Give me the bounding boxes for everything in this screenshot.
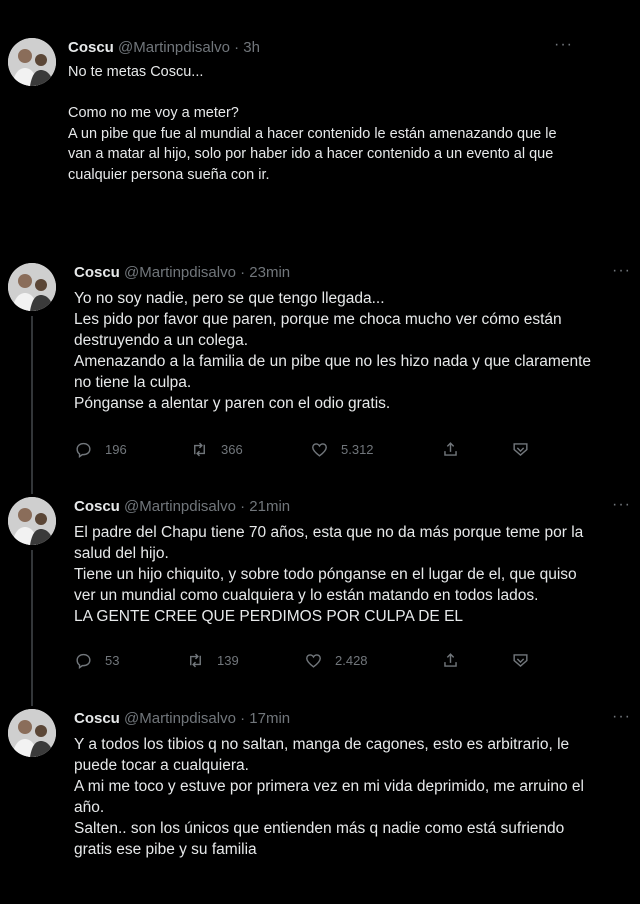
timestamp[interactable]: 21min <box>249 498 290 515</box>
tweet-line: destruyendo a un colega. <box>74 332 249 349</box>
tweet-line: Tiene un hijo chiquito, y sobre todo pón… <box>74 566 577 583</box>
tweet-line: LA GENTE CREE QUE PERDIMOS POR CULPA DE … <box>74 608 464 625</box>
tweet-line: Como no me voy a meter? <box>68 105 239 121</box>
share-icon <box>444 442 457 456</box>
avatar-photo <box>8 263 56 311</box>
bookmark-icon <box>513 443 528 456</box>
more-icon[interactable]: ··· <box>612 496 631 514</box>
separator-dot: · <box>235 710 250 727</box>
tweet-line: gratis ese pibe y su familia <box>74 841 257 858</box>
timestamp[interactable]: 3h <box>243 39 260 56</box>
tweet-line: cualquier persona sueña con ir. <box>68 166 270 183</box>
share-button[interactable] <box>441 651 460 670</box>
tweet-line: Yo no soy nadie, pero se que tengo llega… <box>74 290 385 307</box>
heart-icon <box>312 443 327 457</box>
like-count: 2.428 <box>335 653 368 668</box>
like-button[interactable]: 2.428 <box>304 651 368 670</box>
share-icon <box>444 653 457 667</box>
tweet-text: El padre del Chapu tiene 70 años, esta q… <box>74 522 583 627</box>
separator-dot: · <box>235 498 250 515</box>
bookmark-button[interactable] <box>511 440 530 459</box>
avatar-photo <box>8 497 56 545</box>
retweet-count: 139 <box>217 653 239 668</box>
retweet-button[interactable]: 139 <box>186 651 239 670</box>
reply-count: 53 <box>105 653 120 668</box>
tweet-text: No te metas Coscu... Como no me voy a me… <box>68 62 557 185</box>
tweet-line: no tiene la culpa. <box>74 374 192 391</box>
more-icon[interactable]: ··· <box>554 36 573 54</box>
bookmark-icon <box>513 654 528 667</box>
tweet-line: van a matar al hijo, solo por haber ido … <box>68 146 554 162</box>
share-button[interactable] <box>441 440 460 459</box>
reply-icon <box>76 653 91 670</box>
thread-connector <box>31 550 33 706</box>
tweet-line: Pónganse a alentar y paren con el odio g… <box>74 395 391 412</box>
tweet-line: No te metas Coscu... <box>68 64 204 80</box>
author-name[interactable]: Coscu <box>68 39 114 56</box>
avatar[interactable] <box>8 709 56 757</box>
tweet-line: El padre del Chapu tiene 70 años, esta q… <box>74 524 584 541</box>
timestamp[interactable]: 23min <box>249 264 290 281</box>
action-bar: 53 139 2.428 <box>74 651 544 675</box>
author-name[interactable]: Coscu <box>74 498 120 515</box>
author-name[interactable]: Coscu <box>74 710 120 727</box>
reply-icon <box>76 442 91 459</box>
separator-dot: · <box>235 264 250 281</box>
avatar[interactable] <box>8 38 56 86</box>
retweet-count: 366 <box>221 442 243 457</box>
reply-count: 196 <box>105 442 127 457</box>
separator-dot: · <box>229 39 244 56</box>
retweet-icon <box>194 442 205 457</box>
tweet-line: A mi me toco y estuve por primera vez en… <box>74 778 584 795</box>
tweet-line: año. <box>74 799 105 816</box>
heart-icon <box>306 654 321 668</box>
tweet-line: ver un mundial como cualquiera y lo está… <box>74 587 539 604</box>
tweet-text: Yo no soy nadie, pero se que tengo llega… <box>74 288 591 414</box>
author-handle[interactable]: @Martinpdisalvo <box>124 498 236 515</box>
avatar[interactable] <box>8 263 56 311</box>
like-count: 5.312 <box>341 442 374 457</box>
retweet-button[interactable]: 366 <box>190 440 243 459</box>
like-button[interactable]: 5.312 <box>310 440 374 459</box>
reply-button[interactable]: 53 <box>74 651 119 670</box>
tweet-line: puede tocar a cualquiera. <box>74 757 249 774</box>
avatar[interactable] <box>8 497 56 545</box>
author-handle[interactable]: @Martinpdisalvo <box>124 264 236 281</box>
reply-button[interactable]: 196 <box>74 440 127 459</box>
tweet-line: salud del hijo. <box>74 545 169 562</box>
retweet-icon <box>190 653 201 668</box>
tweet-line: A un pibe que fue al mundial a hacer con… <box>68 125 557 142</box>
action-bar: 196 366 5.312 <box>74 440 544 464</box>
avatar-photo <box>8 709 56 757</box>
author-name[interactable]: Coscu <box>74 264 120 281</box>
timestamp[interactable]: 17min <box>249 710 290 727</box>
author-handle[interactable]: @Martinpdisalvo <box>124 710 236 727</box>
bookmark-button[interactable] <box>511 651 530 670</box>
more-icon[interactable]: ··· <box>612 262 631 280</box>
avatar-photo <box>8 38 56 86</box>
tweet-line: Amenazando a la familia de un pibe que n… <box>74 353 592 370</box>
tweet-line: Les pido por favor que paren, porque me … <box>74 311 562 328</box>
more-icon[interactable]: ··· <box>612 708 631 726</box>
tweet-line: Y a todos los tibios q no saltan, manga … <box>74 736 570 753</box>
thread-connector <box>31 316 33 494</box>
author-handle[interactable]: @Martinpdisalvo <box>118 39 230 56</box>
tweet-line: Salten.. son los únicos que entienden má… <box>74 820 565 837</box>
tweet-text: Y a todos los tibios q no saltan, manga … <box>74 734 584 860</box>
